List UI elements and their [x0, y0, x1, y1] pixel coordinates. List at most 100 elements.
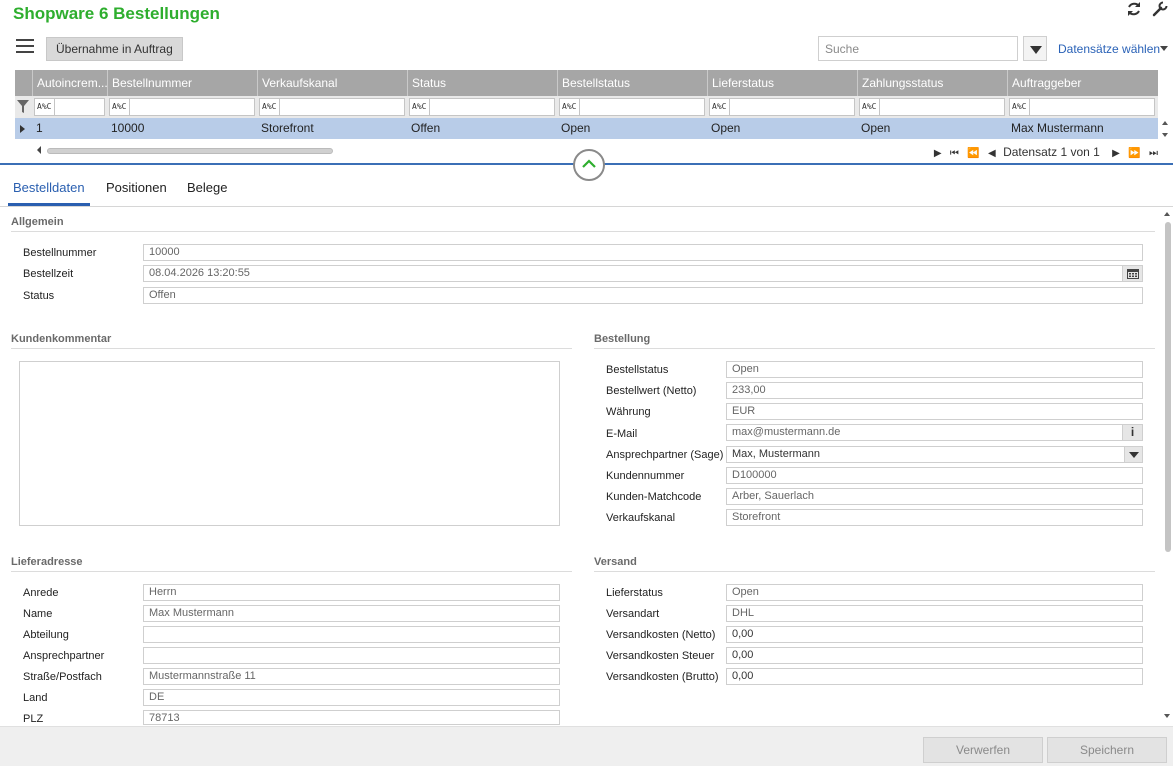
previous-page-icon[interactable]: ◀ [988, 148, 996, 159]
grid-vertical-scrollbar[interactable] [1159, 118, 1171, 140]
column-filter-input[interactable]: A%C [109, 98, 255, 116]
table-row[interactable]: 1 10000 Storefront Offen Open Open Open … [15, 118, 1158, 139]
tab-positionen[interactable]: Positionen [106, 180, 167, 195]
table-cell[interactable]: 10000 [107, 118, 257, 139]
section-title-allgemein: Allgemein [11, 216, 64, 228]
search-input[interactable] [818, 36, 1018, 61]
customer-number-field[interactable]: D100000 [726, 467, 1143, 484]
filter-operator[interactable]: A%C [262, 102, 276, 111]
sales-channel-field[interactable]: Storefront [726, 509, 1143, 526]
calendar-icon[interactable] [1122, 266, 1142, 281]
section-divider [11, 571, 572, 572]
discard-button[interactable]: Verwerfen [923, 737, 1043, 763]
filter-operator[interactable]: A%C [112, 102, 126, 111]
column-filter-input[interactable]: A%C [259, 98, 405, 116]
footer-bar: Verwerfen Speichern [0, 726, 1173, 766]
column-filter-input[interactable]: A%C [1009, 98, 1155, 116]
field-label: Versandart [606, 608, 660, 620]
salutation-field[interactable]: Herrn [143, 584, 560, 601]
field-label: Versandkosten Steuer [606, 650, 715, 662]
customer-matchcode-field[interactable]: Arber, Sauerlach [726, 488, 1143, 505]
table-cell[interactable]: Open [707, 118, 857, 139]
table-cell[interactable]: Offen [407, 118, 557, 139]
scrollbar-thumb[interactable] [1165, 222, 1171, 552]
table-cell[interactable]: 1 [32, 118, 107, 139]
next-block-icon[interactable]: ⏩ [1128, 148, 1140, 159]
column-header[interactable]: Bestellnummer [107, 70, 257, 96]
email-field[interactable]: max@mustermann.de i [726, 424, 1143, 441]
column-filter-input[interactable]: A%C [559, 98, 705, 116]
name-field[interactable]: Max Mustermann [143, 605, 560, 622]
select-records-link[interactable]: Datensätze wählen [1058, 42, 1160, 56]
column-header[interactable]: Autoincrem... [32, 70, 107, 96]
table-cell[interactable]: Open [557, 118, 707, 139]
first-page-icon[interactable]: ⏮ [950, 148, 959, 159]
filter-operator[interactable]: A%C [412, 102, 426, 111]
customer-comment-textarea[interactable] [19, 361, 560, 526]
section-divider [594, 348, 1155, 349]
column-filter-input[interactable]: A%C [34, 98, 105, 116]
order-number-field[interactable]: 10000 [143, 244, 1143, 261]
transfer-to-order-button[interactable]: Übernahme in Auftrag [46, 37, 183, 61]
field-label: Bestellnummer [23, 247, 97, 259]
column-header[interactable]: Auftraggeber [1007, 70, 1158, 96]
filter-operator[interactable]: A%C [712, 102, 726, 111]
table-cell[interactable]: Storefront [257, 118, 407, 139]
order-time-field[interactable]: 08.04.2026 13:20:55 [143, 265, 1143, 282]
tab-bestelldaten[interactable]: Bestelldaten [13, 180, 85, 195]
scroll-up-icon[interactable] [1164, 212, 1170, 216]
contact-person-select[interactable]: Max, Mustermann [726, 446, 1143, 463]
shipping-cost-gross-field[interactable]: 0,00 [726, 668, 1143, 685]
row-indicator-icon [20, 125, 25, 133]
field-label: Ansprechpartner [23, 650, 105, 662]
last-page-icon[interactable]: ⏭ [1149, 148, 1158, 159]
filter-operator[interactable]: A%C [1012, 102, 1026, 111]
order-value-field[interactable]: 233,00 [726, 382, 1143, 399]
refresh-icon[interactable] [1125, 1, 1143, 19]
status-field[interactable]: Offen [143, 287, 1143, 304]
delivery-status-field[interactable]: Open [726, 584, 1143, 601]
shipping-cost-tax-field[interactable]: 0,00 [726, 647, 1143, 664]
column-header[interactable]: Zahlungsstatus [857, 70, 1007, 96]
horizontal-scrollbar[interactable] [47, 148, 333, 154]
filter-operator[interactable]: A%C [862, 102, 876, 111]
search-dropdown-button[interactable] [1023, 36, 1047, 61]
currency-field[interactable]: EUR [726, 403, 1143, 420]
column-header[interactable]: Verkaufskanal [257, 70, 407, 96]
previous-block-icon[interactable]: ⏪ [967, 148, 979, 159]
next-page-icon[interactable]: ▶ [934, 148, 942, 159]
info-icon[interactable]: i [1122, 425, 1142, 440]
hamburger-menu-icon[interactable] [16, 39, 34, 55]
scroll-down-icon[interactable] [1164, 714, 1170, 718]
column-header[interactable]: Status [407, 70, 557, 96]
wrench-icon[interactable] [1151, 1, 1169, 19]
column-header[interactable]: Lieferstatus [707, 70, 857, 96]
tab-belege[interactable]: Belege [187, 180, 227, 195]
column-filter-input[interactable]: A%C [859, 98, 1005, 116]
order-status-field[interactable]: Open [726, 361, 1143, 378]
street-field[interactable]: Mustermannstraße 11 [143, 668, 560, 685]
column-filter-input[interactable]: A%C [409, 98, 555, 116]
chevron-down-icon[interactable] [1124, 447, 1142, 462]
column-filter-input[interactable]: A%C [709, 98, 855, 116]
save-button[interactable]: Speichern [1047, 737, 1167, 763]
chevron-down-icon[interactable] [1160, 46, 1168, 51]
table-cell[interactable]: Open [857, 118, 1007, 139]
section-title-lieferadresse: Lieferadresse [11, 556, 83, 568]
table-cell[interactable]: Max Mustermann [1007, 118, 1158, 139]
filter-icon[interactable] [17, 100, 29, 114]
shipping-cost-net-field[interactable]: 0,00 [726, 626, 1143, 643]
filter-operator[interactable]: A%C [562, 102, 576, 111]
form-vertical-scrollbar[interactable] [1162, 210, 1172, 720]
zip-field[interactable]: 78713 [143, 710, 560, 725]
contact-field[interactable] [143, 647, 560, 664]
country-field[interactable]: DE [143, 689, 560, 706]
next-page-icon[interactable]: ▶ [1112, 148, 1120, 159]
shipping-method-field[interactable]: DHL [726, 605, 1143, 622]
active-tab-indicator [8, 203, 90, 206]
scroll-left-icon[interactable] [37, 146, 41, 154]
column-header[interactable]: Bestellstatus [557, 70, 707, 96]
filter-operator[interactable]: A%C [37, 102, 51, 111]
department-field[interactable] [143, 626, 560, 643]
field-label: Kundennummer [606, 470, 685, 482]
